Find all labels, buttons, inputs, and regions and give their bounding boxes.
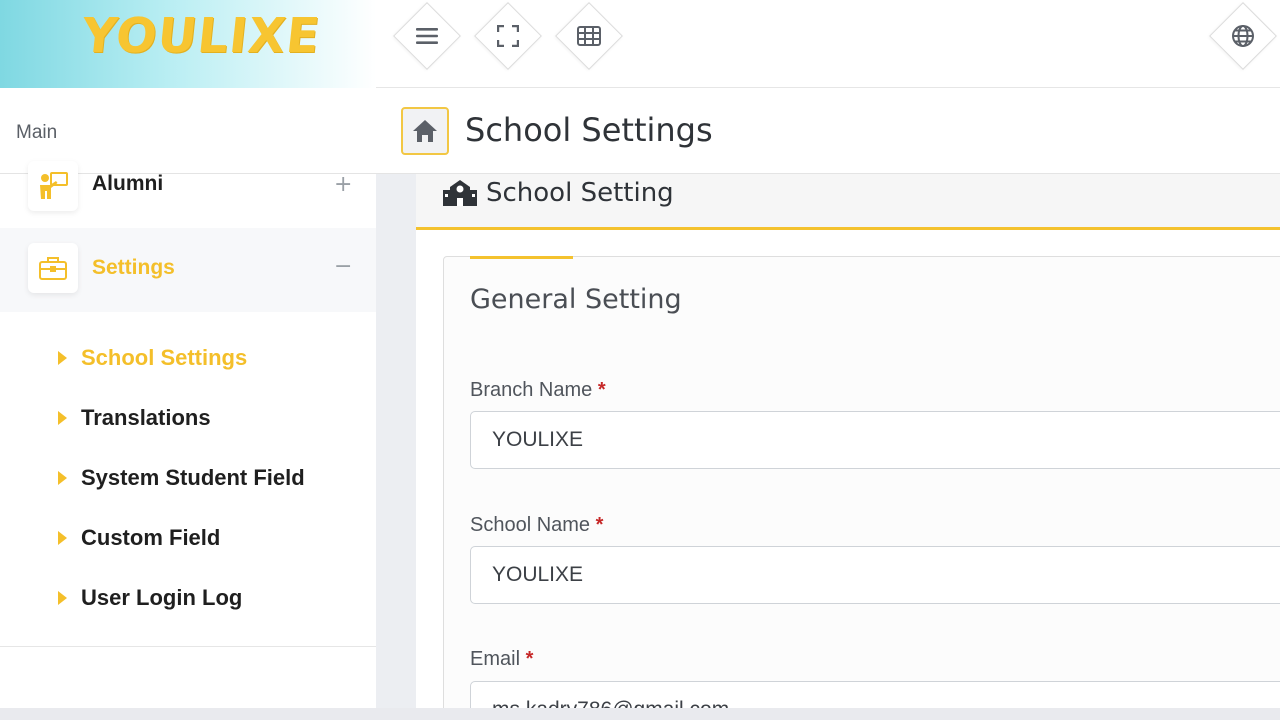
card-title: General Setting xyxy=(470,284,682,315)
card-accent-bar xyxy=(470,256,573,259)
caret-right-icon xyxy=(58,411,67,425)
expand-icon[interactable]: + xyxy=(334,172,352,197)
page-title: School Settings xyxy=(465,111,713,149)
branch-name-label: Branch Name * xyxy=(470,379,606,402)
content-gutter xyxy=(376,174,416,708)
school-icon xyxy=(443,180,477,206)
panel-title: School Setting xyxy=(486,178,674,208)
globe-icon xyxy=(1232,25,1254,47)
caret-right-icon xyxy=(58,351,67,365)
sidebar-item-settings[interactable]: Settings − xyxy=(0,228,376,312)
collapse-icon[interactable]: − xyxy=(334,254,352,279)
grid-icon xyxy=(577,26,601,46)
field-label-text: School Name xyxy=(470,514,591,536)
bottom-scroll-area xyxy=(0,708,1280,720)
sidebar-subitem-translations[interactable]: Translations xyxy=(58,403,211,433)
email-label: Email * xyxy=(470,648,533,671)
settings-icon-box xyxy=(28,243,78,293)
required-mark: * xyxy=(597,379,606,401)
sidebar-item-alumni[interactable]: Alumni + xyxy=(0,146,376,226)
menu-toggle-button[interactable] xyxy=(403,12,451,60)
caret-right-icon xyxy=(58,471,67,485)
sidebar-subitem-system-student-field[interactable]: System Student Field xyxy=(58,463,305,493)
fullscreen-icon xyxy=(497,25,519,47)
subitem-label: System Student Field xyxy=(81,465,305,490)
required-mark: * xyxy=(525,648,534,670)
sidebar-item-label: Alumni xyxy=(92,172,164,195)
school-name-input[interactable] xyxy=(470,546,1280,604)
sidebar-subitem-user-login-log[interactable]: User Login Log xyxy=(58,583,242,613)
subitem-label: Custom Field xyxy=(81,525,221,550)
home-button[interactable] xyxy=(401,107,449,155)
sidebar-item-label: Settings xyxy=(92,256,175,279)
caret-right-icon xyxy=(58,531,67,545)
sidebar-section-label: Main xyxy=(16,122,58,143)
logo: YOULIXE xyxy=(79,8,324,64)
apps-button[interactable] xyxy=(565,12,613,60)
home-icon xyxy=(413,120,437,142)
field-label-text: Email xyxy=(470,648,521,670)
sidebar-subitem-custom-field[interactable]: Custom Field xyxy=(58,523,220,553)
sidebar-subitem-school-settings[interactable]: School Settings xyxy=(58,343,247,373)
sidebar-divider xyxy=(0,646,376,647)
field-label-text: Branch Name xyxy=(470,379,593,401)
caret-right-icon xyxy=(58,591,67,605)
branch-name-input[interactable] xyxy=(470,411,1280,469)
panel-header: School Setting xyxy=(416,174,1280,230)
subitem-label: User Login Log xyxy=(81,585,243,610)
top-navbar: YOULIXE xyxy=(0,0,1280,88)
required-mark: * xyxy=(595,514,604,536)
subitem-label: Translations xyxy=(81,405,211,430)
language-button[interactable] xyxy=(1219,12,1267,60)
school-name-label: School Name * xyxy=(470,514,603,537)
fullscreen-button[interactable] xyxy=(484,12,532,60)
logo-area[interactable]: YOULIXE xyxy=(0,0,376,88)
briefcase-icon xyxy=(39,257,67,280)
alumni-icon xyxy=(40,172,68,199)
subitem-label: School Settings xyxy=(81,345,248,370)
alumni-icon-box xyxy=(28,161,78,211)
menu-icon xyxy=(416,28,438,44)
general-setting-card xyxy=(443,256,1280,720)
